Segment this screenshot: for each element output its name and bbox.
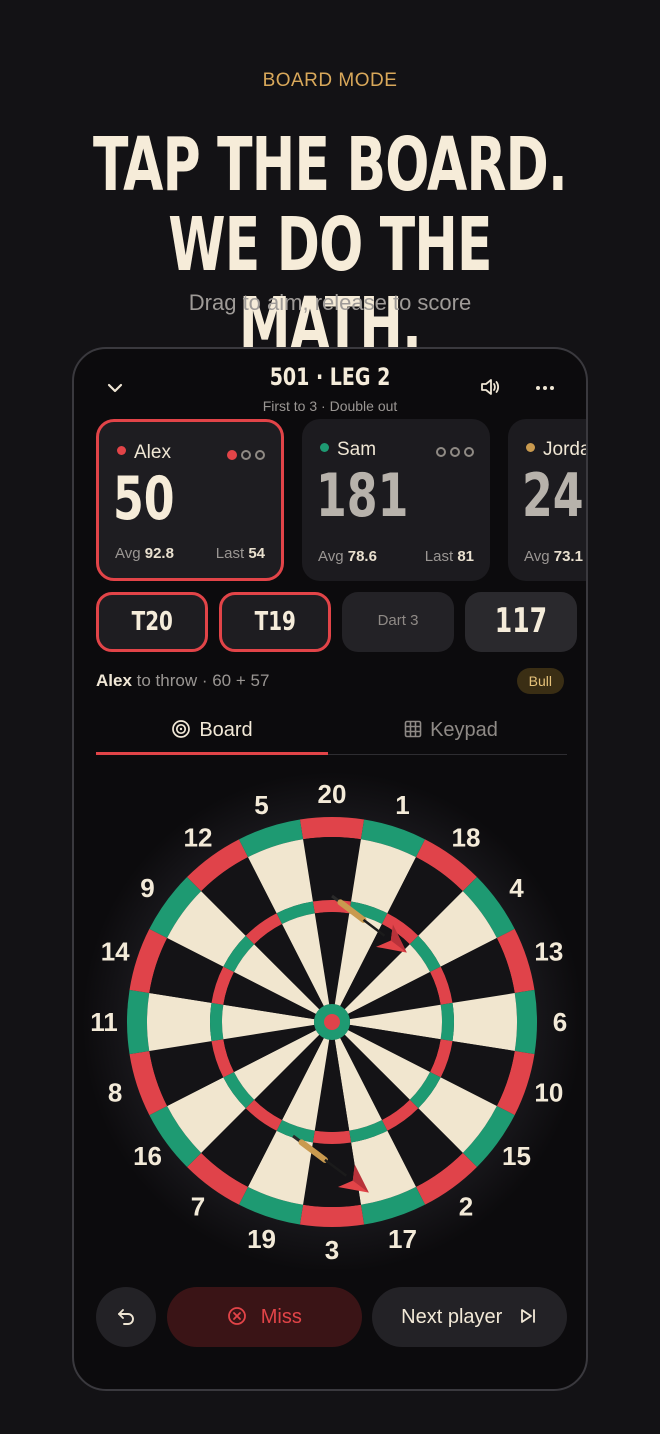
triple-segment-3[interactable]: [312, 1130, 352, 1144]
speaker-icon[interactable]: [478, 375, 502, 399]
undo-icon: [118, 1308, 134, 1325]
top-bar: 501 · LEG 2 First to 3 · Double out: [74, 349, 586, 419]
board-number-3: 3: [325, 1235, 339, 1265]
player-average: Avg 73.1: [524, 548, 583, 565]
phone-frame: 501 · LEG 2 First to 3 · Double out Alex…: [72, 347, 588, 1391]
player-score: 50: [113, 464, 175, 534]
board-number-11: 11: [90, 1007, 118, 1037]
undo-button[interactable]: [96, 1287, 156, 1347]
player-average: Avg 78.6: [318, 548, 377, 565]
turn-total: 117: [465, 592, 577, 652]
player-card-sam[interactable]: Sam 181 Avg 78.6 Last 81: [302, 419, 490, 581]
board-number-14: 14: [101, 937, 130, 967]
board-number-4: 4: [509, 873, 524, 903]
board-number-15: 15: [502, 1141, 531, 1171]
player-card-jorda[interactable]: Jorda 248 Avg 73.1: [508, 419, 586, 581]
player-card-alex[interactable]: Alex 50 Avg 92.8 Last 54: [96, 419, 284, 581]
board-number-13: 13: [534, 937, 563, 967]
miss-button[interactable]: Miss: [167, 1287, 362, 1347]
promo-subhead: Drag to aim, release to score: [188, 290, 472, 315]
player-name: Jorda: [526, 439, 586, 461]
more-icon[interactable]: [534, 377, 556, 399]
dart-slot-2[interactable]: T19: [219, 592, 331, 652]
player-name: Sam: [320, 439, 376, 461]
dart-slot-1[interactable]: T20: [96, 592, 208, 652]
promo-headline-line1: TAP THE BOARD.: [93, 122, 568, 208]
double-segment-20[interactable]: [299, 817, 365, 840]
board-number-7: 7: [191, 1191, 205, 1221]
double-segment-6[interactable]: [514, 989, 537, 1055]
board-number-6: 6: [553, 1007, 567, 1037]
board-number-20: 20: [318, 779, 347, 809]
player-average: Avg 92.8: [115, 545, 174, 562]
board-number-18: 18: [452, 823, 481, 853]
player-color-dot: [117, 446, 126, 456]
triple-segment-11[interactable]: [210, 1002, 224, 1042]
input-mode-tabs: Board Keypad: [96, 711, 567, 755]
grid-icon: [404, 720, 422, 738]
board-number-1: 1: [395, 790, 409, 820]
board-number-5: 5: [254, 790, 268, 820]
outer-single-11[interactable]: [147, 993, 212, 1051]
tab-board[interactable]: Board: [96, 711, 328, 755]
player-score: 248: [522, 461, 586, 531]
dart-slot-3[interactable]: Dart 3: [342, 592, 454, 652]
player-color-dot: [320, 443, 329, 453]
outer-single-6[interactable]: [452, 993, 517, 1051]
tab-keypad[interactable]: Keypad: [335, 711, 567, 755]
board-number-17: 17: [388, 1224, 417, 1254]
darts-indicator: [432, 444, 474, 462]
player-color-dot: [526, 443, 535, 453]
board-number-10: 10: [534, 1077, 563, 1107]
outer-single-20[interactable]: [303, 837, 361, 902]
bull-badge[interactable]: Bull: [516, 668, 564, 694]
double-segment-3[interactable]: [299, 1204, 365, 1227]
triple-segment-6[interactable]: [440, 1002, 454, 1042]
board-number-19: 19: [247, 1224, 276, 1254]
throw-status: Alex to throw · 60 + 57: [96, 671, 270, 690]
next-player-button[interactable]: Next player: [372, 1287, 567, 1347]
skip-forward-icon: [520, 1308, 535, 1323]
player-score: 181: [316, 461, 409, 531]
double-segment-11[interactable]: [127, 989, 150, 1055]
dartboard[interactable]: 20 1 18 4 13 6 10 15 2 17 3 19 7 16 8 11 14 9 12 5: [74, 769, 588, 1269]
darts-indicator: [223, 447, 265, 465]
board-number-2: 2: [459, 1191, 473, 1221]
game-subtitle: First to 3 · Double out: [262, 398, 398, 414]
promo-eyebrow: BOARD MODE: [262, 70, 398, 91]
promo-headline-line2: WE DO THE MATH.: [168, 202, 492, 368]
player-name: Alex: [117, 442, 171, 464]
board-number-12: 12: [184, 823, 213, 853]
player-last: Last 81: [424, 548, 474, 565]
board-number-16: 16: [133, 1141, 162, 1171]
player-last: Last 54: [215, 545, 265, 562]
target-icon: [172, 719, 191, 738]
close-circle-icon: [228, 1306, 247, 1325]
board-number-9: 9: [140, 873, 154, 903]
board-number-8: 8: [108, 1077, 122, 1107]
bullseye[interactable]: [324, 1014, 340, 1030]
